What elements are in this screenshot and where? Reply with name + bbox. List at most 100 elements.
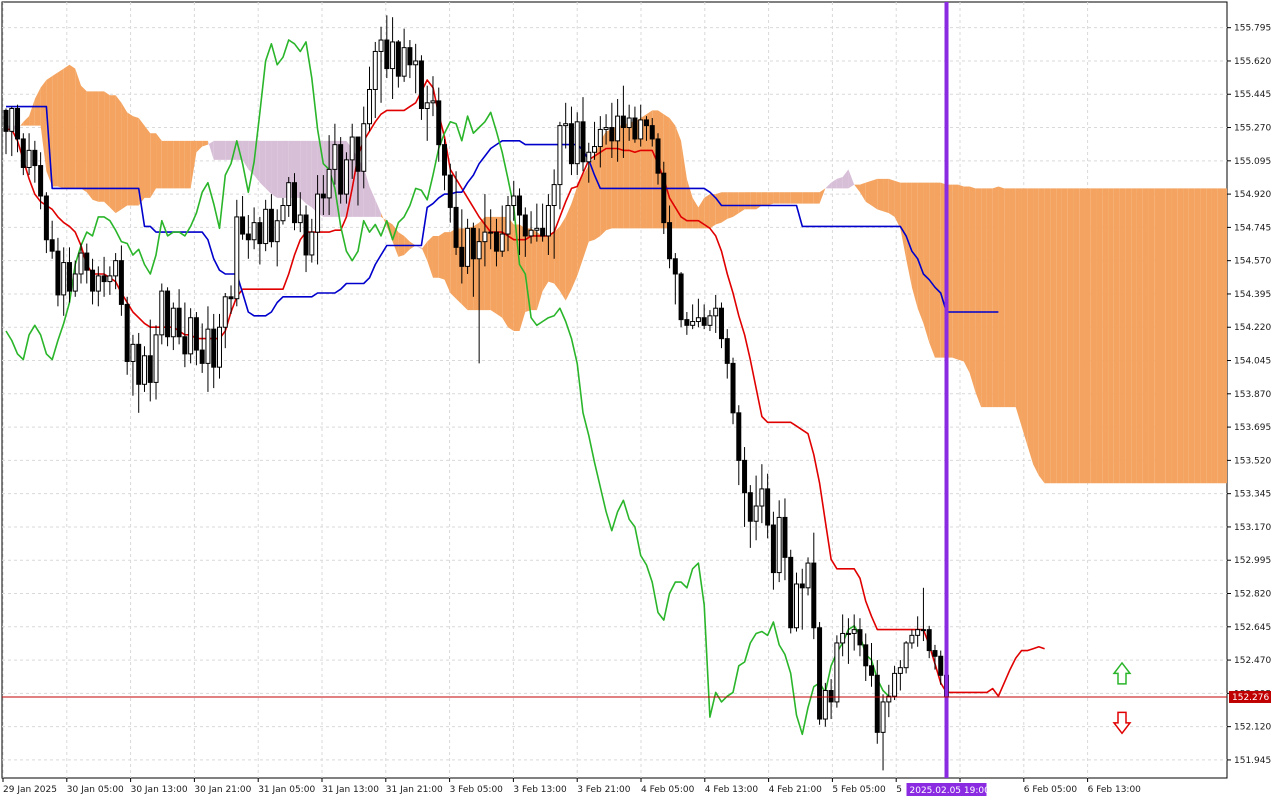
cloud-bull-segment: [709, 194, 716, 229]
candle-body: [309, 231, 315, 256]
candle-body: [447, 174, 453, 208]
candle-body: [320, 193, 326, 199]
cloud-bull-segment: [784, 192, 791, 204]
candle-body: [626, 117, 632, 129]
price-tick-label: 155.095: [1234, 157, 1271, 167]
candle-body: [465, 227, 471, 267]
time-tick-label: 30 Jan 13:00: [131, 785, 188, 795]
candle-body: [384, 39, 390, 70]
candle-body: [926, 629, 932, 652]
cloud-bull-segment: [1090, 188, 1097, 484]
candle-body: [834, 642, 840, 703]
time-tick-label: 4 Feb 05:00: [641, 785, 695, 795]
candle-body: [932, 650, 938, 657]
candlestick-chart[interactable]: 155.795 155.620 155.445 155.270 155.095 154.9…: [0, 0, 1280, 800]
candle-body: [597, 128, 603, 148]
cloud-bear-segment: [219, 140, 226, 160]
cloud-bull-segment: [479, 216, 485, 311]
candle-body: [753, 505, 759, 522]
cloud-bull-segment: [1009, 188, 1016, 408]
price-tick-label: 155.445: [1234, 90, 1271, 100]
candle-body: [113, 260, 119, 277]
cloud-bull-segment: [1108, 188, 1114, 484]
candle-body: [770, 524, 776, 574]
cloud-bear-segment: [300, 140, 307, 204]
cloud-bear-segment: [271, 140, 278, 198]
candle-body: [869, 665, 874, 676]
candle-body: [701, 317, 707, 326]
candle-body: [603, 127, 609, 130]
candle-body: [26, 149, 32, 168]
candle-body: [476, 241, 482, 260]
candle-body: [609, 127, 615, 142]
cloud-bull-segment: [1096, 188, 1103, 484]
candle-body: [811, 562, 817, 629]
cloud-bull-segment: [1194, 188, 1201, 484]
candle-body: [551, 184, 557, 207]
candle-body: [9, 108, 15, 132]
cloud-bull-segment: [779, 192, 785, 204]
cloud-bull-segment: [565, 203, 572, 301]
chart-window[interactable]: 155.795 155.620 155.445 155.270 155.095 154.9…: [0, 0, 1280, 800]
candle-body: [390, 41, 396, 70]
candle-body: [343, 159, 349, 195]
cloud-bear-segment: [277, 140, 283, 198]
candle-body: [234, 216, 240, 300]
price-tick-label: 154.570: [1234, 257, 1271, 267]
price-tick-label: 155.795: [1234, 24, 1271, 34]
cloud-bull-segment: [669, 118, 676, 229]
cloud-bull-segment: [744, 192, 751, 210]
cloud-bull-segment: [1142, 188, 1149, 484]
cloud-bull-segment: [1079, 188, 1085, 484]
price-tick-label: 153.345: [1234, 490, 1271, 500]
candle-body: [534, 227, 540, 231]
cloud-bull-segment: [1073, 188, 1080, 484]
candle-body: [216, 326, 222, 368]
cloud-bull-segment: [109, 95, 116, 214]
cloud-bull-segment: [1171, 188, 1178, 484]
cloud-bull-segment: [86, 91, 93, 200]
time-tick-label: 5: [896, 785, 902, 795]
candle-body: [349, 136, 355, 161]
cloud-bull-segment: [958, 184, 964, 362]
candle-body: [742, 459, 748, 494]
candle-body: [355, 136, 361, 172]
cloud-bull-segment: [559, 216, 566, 301]
cloud-bull-segment: [934, 182, 941, 358]
candle-body: [747, 492, 753, 522]
candle-body: [713, 307, 719, 317]
time-tick-label: 3 Feb 13:00: [513, 785, 567, 795]
cloud-bull-segment: [75, 68, 82, 189]
cloud-bull-segment: [790, 192, 797, 204]
cloud-bull-segment: [1061, 188, 1068, 484]
candle-body: [424, 102, 430, 110]
price-tick-label: 154.395: [1234, 290, 1271, 300]
cloud-bull-segment: [150, 133, 157, 198]
cloud-bull-segment: [531, 228, 537, 311]
candle-body: [661, 172, 667, 224]
price-tick-label: 154.745: [1234, 223, 1271, 233]
cloud-bull-segment: [1200, 188, 1207, 484]
price-tick-label: 154.045: [1234, 357, 1271, 367]
cloud-bull-segment: [969, 186, 976, 392]
price-tick-label: 152.470: [1234, 656, 1271, 666]
cloud-bull-segment: [871, 178, 878, 210]
candle-body: [765, 488, 771, 526]
candle-body: [499, 233, 505, 252]
candle-body: [788, 556, 794, 629]
price-tick-label: 153.170: [1234, 523, 1271, 533]
candle-body: [615, 115, 621, 142]
candle-body: [632, 117, 638, 140]
candle-body: [303, 214, 309, 256]
cloud-bull-segment: [888, 178, 895, 217]
candle-body: [897, 667, 903, 674]
cloud-bull-segment: [963, 186, 970, 373]
cloud-bull-segment: [704, 194, 710, 229]
candle-body: [649, 125, 655, 140]
cloud-bull-segment: [911, 182, 918, 309]
price-tick-label: 151.945: [1234, 756, 1271, 766]
candle-body: [574, 121, 580, 165]
price-tick-label: 153.520: [1234, 456, 1271, 466]
price-tick-label: 155.270: [1234, 124, 1271, 134]
candle-body: [620, 115, 626, 129]
